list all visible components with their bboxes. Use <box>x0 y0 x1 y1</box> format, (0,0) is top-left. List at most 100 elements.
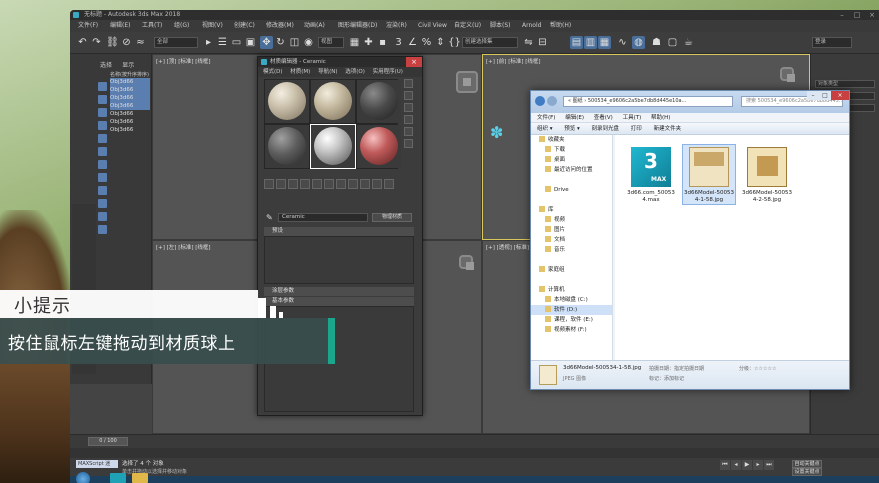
auto-key-button[interactable]: 自动关键点 <box>792 460 822 468</box>
menu-create[interactable]: 创建(C) <box>234 20 255 32</box>
window-crossing-icon[interactable]: ▣ <box>244 36 257 49</box>
select-object-icon[interactable]: ▸ <box>202 36 215 49</box>
reference-coord-dropdown[interactable]: 视图 <box>318 37 344 48</box>
next-frame-icon[interactable]: ▸ <box>753 460 763 470</box>
tab-display[interactable]: 显示 <box>122 62 134 69</box>
details-tags-label[interactable]: 标记：添加标记 <box>649 375 684 382</box>
menu-scripting[interactable]: 脚本(S) <box>490 20 511 32</box>
background-icon[interactable] <box>404 103 413 112</box>
filter-geometry-icon[interactable] <box>98 82 107 91</box>
material-type-button[interactable]: 物理材质 <box>372 213 412 222</box>
start-icon[interactable] <box>76 472 90 483</box>
nav-item[interactable]: 软件 (D:) <box>531 305 612 315</box>
nav-item[interactable]: 音乐 <box>531 245 612 255</box>
play-icon[interactable]: ▶ <box>742 460 752 470</box>
minimize-icon[interactable]: – <box>807 91 819 100</box>
menu-arnold[interactable]: Arnold <box>522 20 541 32</box>
back-icon[interactable] <box>535 96 545 106</box>
frame-counter[interactable]: 0 / 100 <box>88 437 128 446</box>
sample-type-icon[interactable] <box>404 79 413 88</box>
material-name-field[interactable]: Ceramic <box>278 213 368 222</box>
preview-icon[interactable] <box>404 139 413 148</box>
ribbon-toggle-icon[interactable]: ▦ <box>598 36 611 49</box>
spinner-snap-icon[interactable]: ⇕ <box>434 36 447 49</box>
forward-icon[interactable] <box>547 96 557 106</box>
menu-animation[interactable]: 动画(A) <box>304 20 325 32</box>
menu-material[interactable]: 材质(M) <box>290 69 310 75</box>
filter-frozen-icon[interactable] <box>98 212 107 221</box>
link-icon[interactable]: ⛓ <box>106 36 119 49</box>
redo-icon[interactable]: ↷ <box>90 36 103 49</box>
menu-modes[interactable]: 模式(D) <box>263 69 283 75</box>
menu-civil-view[interactable]: Civil View <box>418 20 447 32</box>
filter-helpers-icon[interactable] <box>98 134 107 143</box>
taskbar-3dsmax-icon[interactable] <box>110 473 126 483</box>
file-item-jpg-1[interactable]: 3d66Model-500534-1-58.jpg <box>682 144 736 205</box>
go-to-parent-icon[interactable] <box>384 179 394 189</box>
filter-groups-icon[interactable] <box>98 160 107 169</box>
filter-cameras-icon[interactable] <box>98 121 107 130</box>
make-unique-icon[interactable] <box>324 179 334 189</box>
close-icon[interactable]: × <box>406 57 422 67</box>
details-rating[interactable]: 分级：☆☆☆☆☆ <box>739 365 776 372</box>
address-field[interactable]: « 图纸 › 500534_e9606c2a5be7db8d445e10a... <box>563 96 733 107</box>
viewport-left-label[interactable]: [+] [左] [标准] [线框] <box>156 243 211 251</box>
material-slot[interactable] <box>357 125 401 168</box>
material-slot[interactable] <box>311 80 355 123</box>
list-item[interactable]: Obj3d66 <box>110 118 150 126</box>
menu-rendering[interactable]: 渲染(R) <box>386 20 407 32</box>
percent-snap-icon[interactable]: % <box>420 36 433 49</box>
nav-item[interactable] <box>531 175 612 185</box>
put-to-scene-icon[interactable] <box>276 179 286 189</box>
layer-explorer-icon[interactable]: ▥ <box>584 36 597 49</box>
put-to-library-icon[interactable] <box>336 179 346 189</box>
maximize-icon[interactable]: □ <box>850 10 864 20</box>
nav-item[interactable] <box>531 255 612 265</box>
select-manipulate-icon[interactable]: ✚ <box>362 36 375 49</box>
unlink-icon[interactable]: ⊘ <box>120 36 133 49</box>
edit-named-sets-icon[interactable]: {} <box>448 36 461 49</box>
close-icon[interactable]: × <box>831 91 849 100</box>
selection-filter-dropdown[interactable]: 全部 <box>154 37 198 48</box>
nav-item[interactable]: 计算机 <box>531 285 612 295</box>
material-slot[interactable] <box>265 125 309 168</box>
organize-button[interactable]: 组织 ▾ <box>537 126 553 132</box>
nav-item[interactable]: 课程，软件 (E:) <box>531 315 612 325</box>
curve-editor-icon[interactable]: ∿ <box>616 36 629 49</box>
render-production-icon[interactable]: ☕ <box>682 36 695 49</box>
video-check-icon[interactable] <box>404 127 413 136</box>
nav-item[interactable]: 视频素材 (F:) <box>531 325 612 335</box>
menu-modifiers[interactable]: 修改器(M) <box>266 20 294 32</box>
menu-customize[interactable]: 自定义(U) <box>454 20 481 32</box>
time-slider[interactable]: 0 / 100 <box>70 434 879 448</box>
pivot-center-icon[interactable]: ▦ <box>348 36 361 49</box>
tab-select[interactable]: 选择 <box>100 62 112 69</box>
menu-edit[interactable]: 编辑(E) <box>565 115 584 121</box>
new-folder-button[interactable]: 新建文件夹 <box>654 126 682 132</box>
maxscript-listener[interactable]: MAXScript 迷 <box>76 460 118 468</box>
scene-object-selected[interactable]: ✽ <box>490 123 503 142</box>
rollout-coating[interactable]: 涂层参数 <box>264 287 414 296</box>
menu-options[interactable]: 选项(O) <box>345 69 365 75</box>
material-slot[interactable] <box>357 80 401 123</box>
filter-xrefs-icon[interactable] <box>98 173 107 182</box>
filter-shapes-icon[interactable] <box>98 95 107 104</box>
rollout-basic[interactable]: 基本参数 <box>264 297 414 306</box>
menu-help[interactable]: 帮助(H) <box>651 115 670 121</box>
scene-explorer-header[interactable]: 名称(按升序排序) <box>110 71 149 78</box>
menu-group[interactable]: 组(G) <box>174 20 189 32</box>
viewport-front-label[interactable]: [+] [前] [标准] [线框] <box>486 57 541 65</box>
material-slot-selected[interactable] <box>310 124 356 169</box>
menu-tools[interactable]: 工具(T) <box>142 20 162 32</box>
prev-frame-icon[interactable]: ◂ <box>731 460 741 470</box>
menu-view[interactable]: 查看(V) <box>594 115 613 121</box>
pick-material-icon[interactable]: ✎ <box>266 213 276 222</box>
material-editor-icon[interactable]: ◍ <box>632 36 645 49</box>
list-item[interactable]: Obj3d66 <box>110 78 150 86</box>
rect-select-icon[interactable]: ▭ <box>230 36 243 49</box>
viewcube-front[interactable] <box>456 71 478 93</box>
viewcube-perspective[interactable] <box>459 255 474 270</box>
taskbar-explorer-icon[interactable] <box>132 473 148 483</box>
show-map-icon[interactable] <box>360 179 370 189</box>
rendered-frame-icon[interactable]: ▢ <box>666 36 679 49</box>
